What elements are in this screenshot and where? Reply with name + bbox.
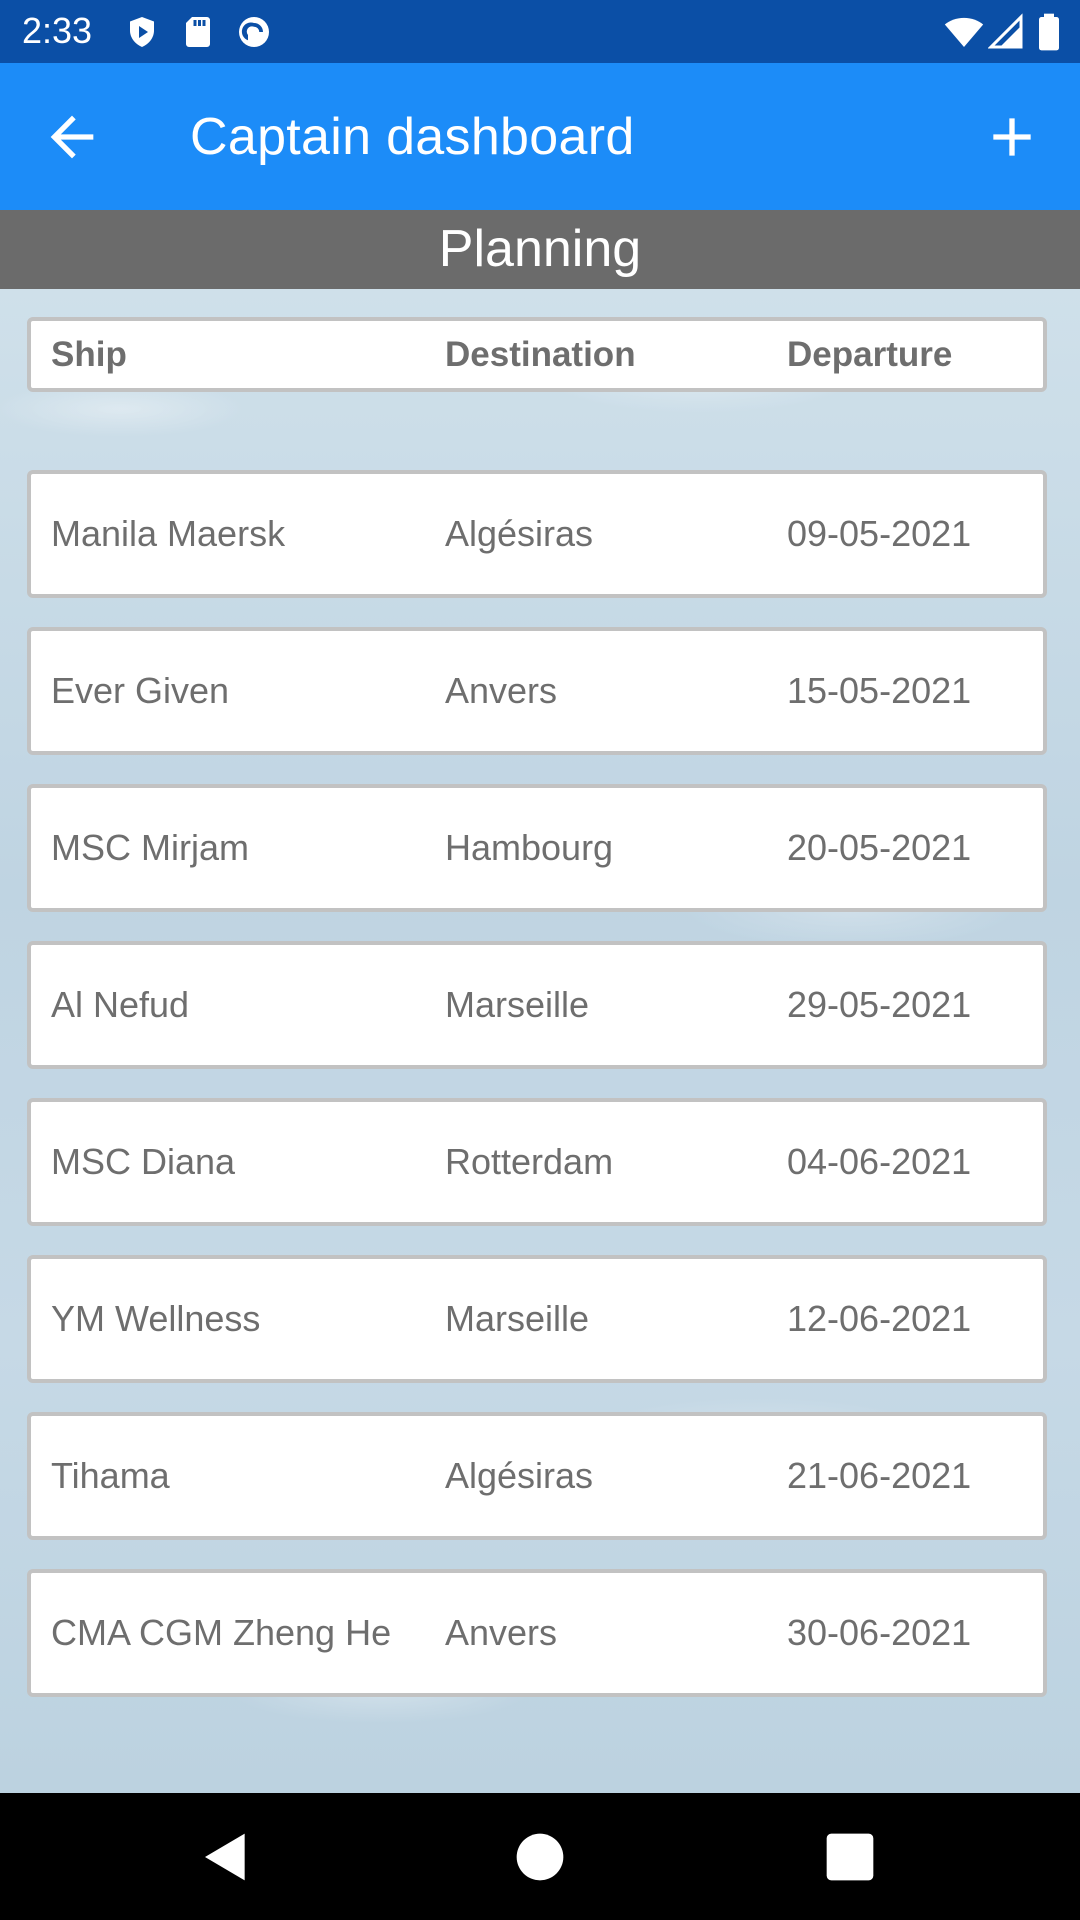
column-header-ship: Ship (51, 335, 127, 374)
recents-square-icon (826, 1833, 874, 1881)
departure-date: 04-06-2021 (787, 1141, 972, 1182)
table-row[interactable]: MSC Mirjam Hambourg 20-05-2021 (27, 784, 1047, 912)
ship-name: MSC Diana (51, 1141, 236, 1182)
ship-name: Manila Maersk (51, 513, 286, 554)
navigation-bar (0, 1793, 1080, 1920)
ship-name: Al Nefud (51, 984, 190, 1025)
table-row[interactable]: Al Nefud Marseille 29-05-2021 (27, 941, 1047, 1069)
add-button[interactable] (980, 105, 1044, 169)
destination: Rotterdam (445, 1141, 614, 1182)
home-circle-icon (516, 1833, 564, 1881)
ship-name: CMA CGM Zheng He (51, 1612, 392, 1653)
destination: Anvers (445, 1612, 558, 1653)
ship-name: Ever Given (51, 670, 230, 711)
back-button[interactable] (40, 105, 104, 169)
page-title: Captain dashboard (190, 108, 635, 166)
column-header-departure: Departure (787, 335, 953, 374)
destination: Anvers (445, 670, 558, 711)
column-header-destination: Destination (445, 335, 636, 374)
ship-name: MSC Mirjam (51, 827, 249, 868)
departure-date: 29-05-2021 (787, 984, 972, 1025)
table-row[interactable]: YM Wellness Marseille 12-06-2021 (27, 1255, 1047, 1383)
status-time: 2:33 (22, 10, 93, 51)
nav-home-button[interactable] (512, 1829, 568, 1885)
destination: Marseille (445, 984, 590, 1025)
table-row[interactable]: Tihama Algésiras 21-06-2021 (27, 1412, 1047, 1540)
departure-date: 30-06-2021 (787, 1612, 972, 1653)
departure-date: 09-05-2021 (787, 513, 972, 554)
wifi-icon (944, 12, 984, 52)
nav-back-button[interactable] (198, 1829, 254, 1885)
table-row[interactable]: CMA CGM Zheng He Anvers 30-06-2021 (27, 1569, 1047, 1697)
pocket-casts-icon (236, 12, 272, 52)
play-protect-icon (124, 12, 160, 52)
destination: Hambourg (445, 827, 614, 868)
departure-date: 21-06-2021 (787, 1455, 972, 1496)
arrow-back-icon (50, 115, 94, 159)
app-bar: Captain dashboard (0, 63, 1080, 210)
departure-date: 12-06-2021 (787, 1298, 972, 1339)
departure-date: 15-05-2021 (787, 670, 972, 711)
back-triangle-icon (205, 1833, 245, 1881)
battery-icon (1036, 12, 1062, 52)
table-header: Ship Destination Departure (27, 317, 1047, 392)
destination: Algésiras (445, 513, 594, 554)
section-title: Planning (0, 210, 1080, 289)
table-row[interactable]: MSC Diana Rotterdam 04-06-2021 (27, 1098, 1047, 1226)
nav-recents-button[interactable] (822, 1829, 878, 1885)
ship-name: Tihama (51, 1455, 170, 1496)
sd-card-icon (180, 12, 216, 52)
signal-icon (988, 12, 1024, 52)
destination: Marseille (445, 1298, 590, 1339)
ship-name: YM Wellness (51, 1298, 261, 1339)
destination: Algésiras (445, 1455, 594, 1496)
table-row[interactable]: Manila Maersk Algésiras 09-05-2021 (27, 470, 1047, 598)
plus-icon (993, 118, 1031, 156)
status-bar: 2:33 (0, 0, 1080, 63)
departure-date: 20-05-2021 (787, 827, 972, 868)
table-row[interactable]: Ever Given Anvers 15-05-2021 (27, 627, 1047, 755)
